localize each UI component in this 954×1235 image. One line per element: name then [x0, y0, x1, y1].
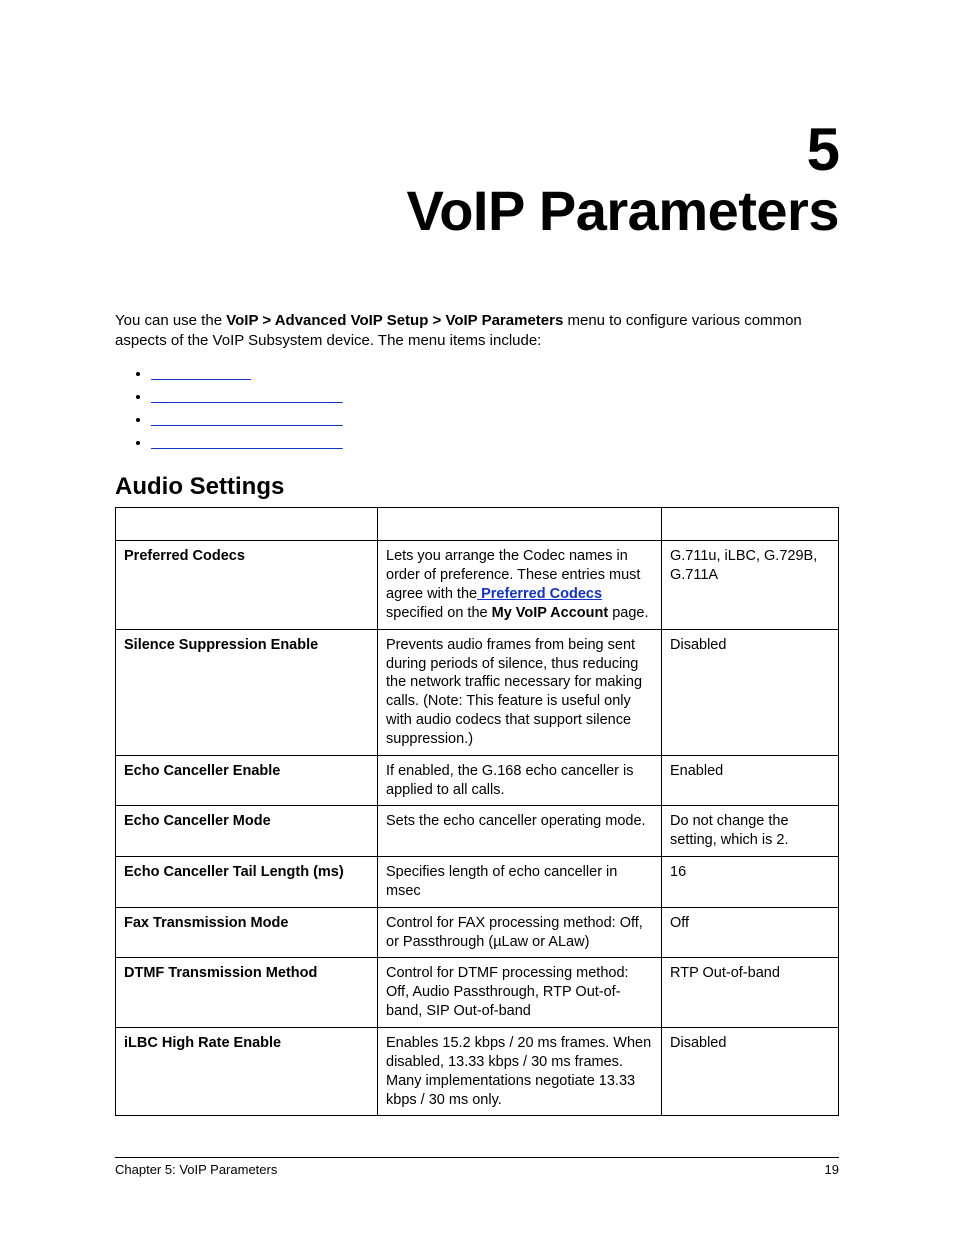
param-default: Off — [662, 907, 839, 958]
chapter-number: 5 — [115, 120, 839, 180]
param-description: Enables 15.2 kbps / 20 ms frames. When d… — [378, 1028, 662, 1116]
param-name: DTMF Transmission Method — [116, 958, 378, 1028]
table-row: Preferred Codecs Lets you arrange the Co… — [116, 541, 839, 629]
param-default: 16 — [662, 857, 839, 908]
param-name: Echo Canceller Mode — [116, 806, 378, 857]
param-default: Disabled — [662, 1028, 839, 1116]
table-row: Echo Canceller Tail Length (ms) Specifie… — [116, 857, 839, 908]
intro-text-pre: You can use the — [115, 312, 226, 329]
intro-paragraph: You can use the VoIP > Advanced VoIP Set… — [115, 311, 839, 352]
parameters-table: Preferred Codecs Lets you arrange the Co… — [115, 507, 839, 1116]
param-default: G.711u, iLBC, G.729B, G.711A — [662, 541, 839, 629]
toc-link-3[interactable] — [151, 411, 343, 428]
param-name: Preferred Codecs — [116, 541, 378, 629]
param-default: Do not change the setting, which is 2. — [662, 806, 839, 857]
table-header-cell — [116, 508, 378, 541]
param-description: Sets the echo canceller operating mode. — [378, 806, 662, 857]
param-default: Disabled — [662, 629, 839, 755]
table-row: Fax Transmission Mode Control for FAX pr… — [116, 907, 839, 958]
table-header-cell — [662, 508, 839, 541]
param-name: Silence Suppression Enable — [116, 629, 378, 755]
page-footer: Chapter 5: VoIP Parameters 19 — [115, 1157, 839, 1177]
document-page: 5 VoIP Parameters You can use the VoIP >… — [0, 0, 954, 1235]
intro-menu-path: VoIP > Advanced VoIP Setup > VoIP Parame… — [226, 312, 563, 329]
toc-item — [151, 411, 839, 428]
table-header-row — [116, 508, 839, 541]
footer-page-number: 19 — [825, 1162, 839, 1177]
footer-left: Chapter 5: VoIP Parameters — [115, 1162, 277, 1177]
param-default: Enabled — [662, 755, 839, 806]
toc-link-4[interactable] — [151, 434, 343, 451]
section-heading: Audio Settings — [115, 473, 839, 501]
toc-list — [151, 365, 839, 451]
desc-bold: My VoIP Account — [492, 605, 609, 621]
toc-item — [151, 434, 839, 451]
param-description: Specifies length of echo canceller in ms… — [378, 857, 662, 908]
toc-item — [151, 388, 839, 405]
param-description: Lets you arrange the Codec names in orde… — [378, 541, 662, 629]
toc-item — [151, 365, 839, 382]
param-description: Control for DTMF processing method: Off,… — [378, 958, 662, 1028]
toc-link-1[interactable] — [151, 365, 251, 382]
table-row: DTMF Transmission Method Control for DTM… — [116, 958, 839, 1028]
toc-link-2[interactable] — [151, 388, 343, 405]
param-default: RTP Out-of-band — [662, 958, 839, 1028]
table-row: iLBC High Rate Enable Enables 15.2 kbps … — [116, 1028, 839, 1116]
preferred-codecs-link[interactable]: Preferred Codecs — [477, 586, 602, 602]
param-name: iLBC High Rate Enable — [116, 1028, 378, 1116]
desc-text: specified on the — [386, 605, 492, 621]
param-name: Echo Canceller Tail Length (ms) — [116, 857, 378, 908]
param-name: Fax Transmission Mode — [116, 907, 378, 958]
desc-text: page. — [608, 605, 648, 621]
param-name: Echo Canceller Enable — [116, 755, 378, 806]
param-description: Prevents audio frames from being sent du… — [378, 629, 662, 755]
table-row: Silence Suppression Enable Prevents audi… — [116, 629, 839, 755]
table-row: Echo Canceller Mode Sets the echo cancel… — [116, 806, 839, 857]
param-description: Control for FAX processing method: Off, … — [378, 907, 662, 958]
table-row: Echo Canceller Enable If enabled, the G.… — [116, 755, 839, 806]
table-header-cell — [378, 508, 662, 541]
param-description: If enabled, the G.168 echo canceller is … — [378, 755, 662, 806]
chapter-title: VoIP Parameters — [115, 182, 839, 241]
